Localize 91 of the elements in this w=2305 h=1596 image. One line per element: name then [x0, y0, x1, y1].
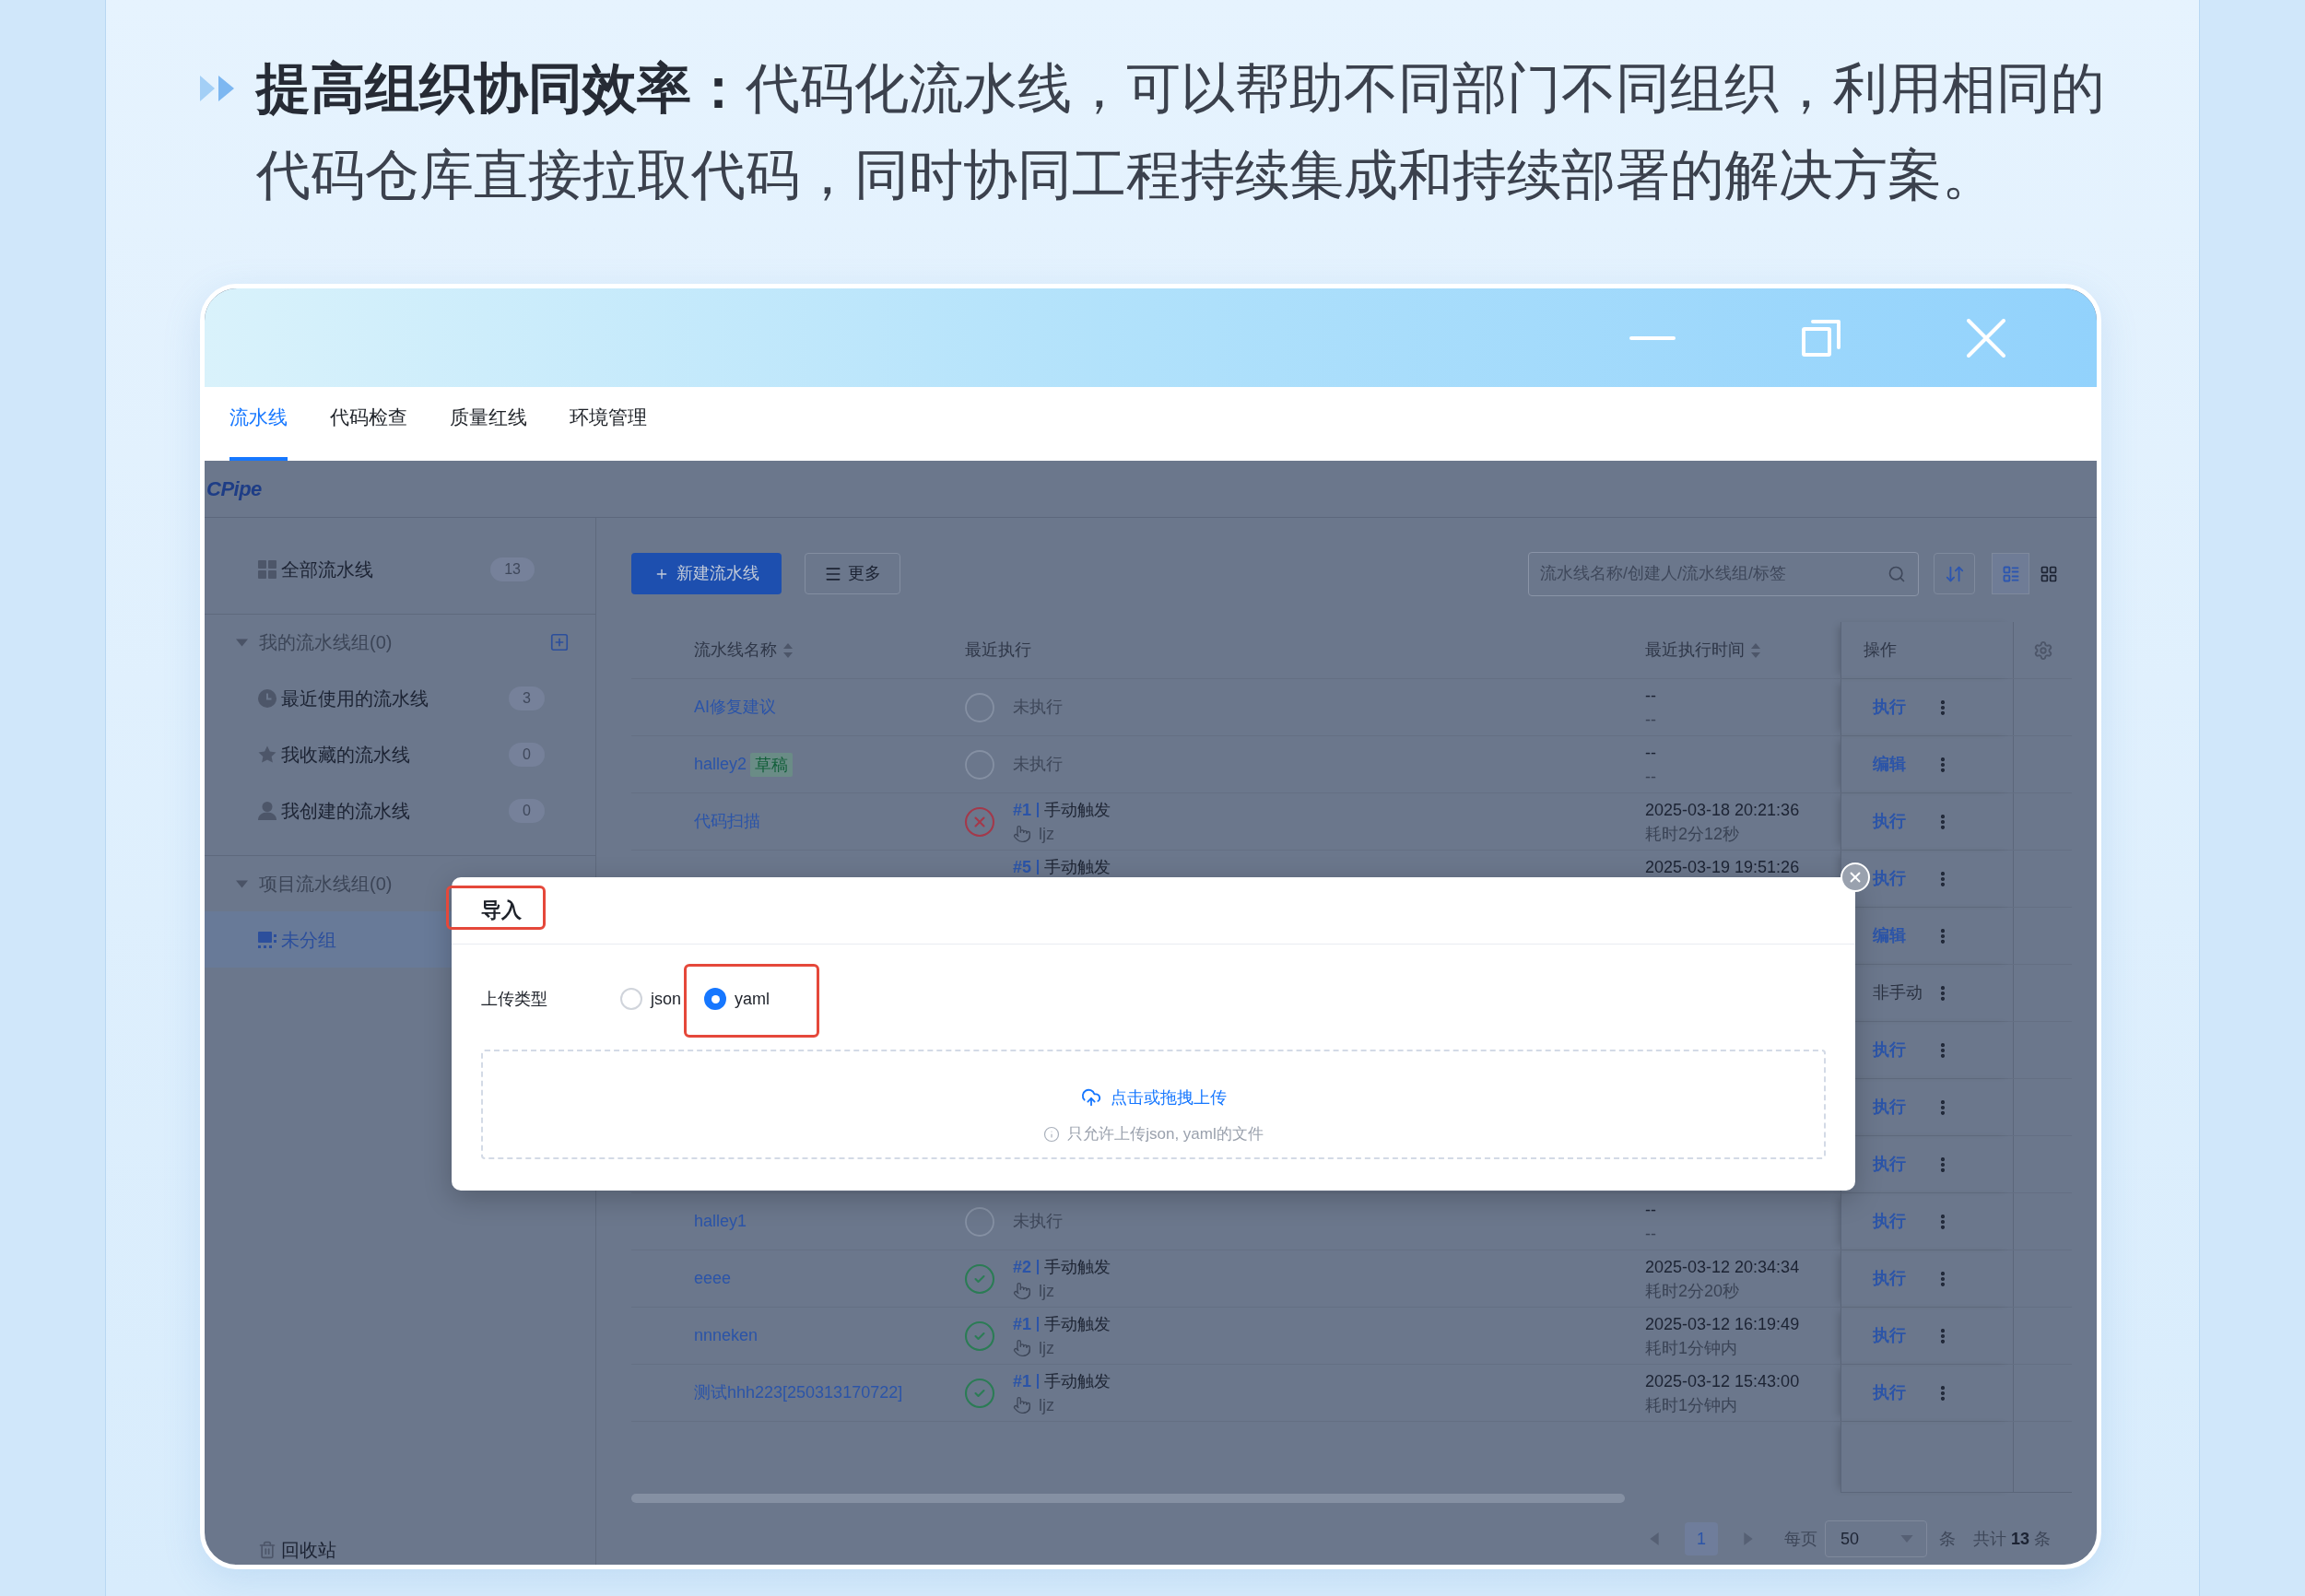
- run-time: --: [1645, 743, 1657, 763]
- pipeline-name-link[interactable]: AI修复建议: [694, 695, 776, 720]
- run-time: 2025-03-12 16:19:49: [1645, 1314, 1801, 1334]
- page-size-select[interactable]: 50: [1824, 1520, 1927, 1557]
- pipeline-name-link[interactable]: 测试hhh223[250313170722]: [694, 1380, 903, 1405]
- build-number[interactable]: #1: [1013, 1371, 1032, 1391]
- column-header: 操作: [1864, 640, 1897, 661]
- grid-icon: [258, 559, 276, 579]
- pipeline-name-link[interactable]: 代码扫描: [694, 809, 760, 834]
- tab[interactable]: 代码检查: [330, 387, 407, 461]
- count-badge: 3: [509, 686, 545, 710]
- recycle-bin-item[interactable]: 回收站: [258, 1536, 336, 1564]
- hand-pointer-icon: [1013, 1282, 1031, 1300]
- column-header: 流水线名称: [694, 640, 777, 661]
- column-header: 最近执行: [965, 640, 1031, 661]
- square-icon: [258, 930, 276, 949]
- upload-link[interactable]: 点击或拖拽上传: [1110, 1085, 1227, 1110]
- clock-icon: [258, 688, 276, 708]
- list-view-button[interactable]: [1992, 553, 2029, 594]
- sidebar-item[interactable]: 全部流水线 13: [205, 541, 595, 597]
- app-logo[interactable]: CPipe: [206, 474, 262, 504]
- new-pipeline-button[interactable]: 新建流水线: [631, 553, 782, 594]
- pipeline-name-link[interactable]: halley2: [694, 752, 747, 777]
- row-action-link[interactable]: 执行: [1873, 809, 1906, 834]
- row-action-link[interactable]: 执行: [1873, 695, 1906, 720]
- column-header: 最近执行时间: [1645, 640, 1745, 661]
- run-duration: --: [1645, 710, 1657, 730]
- row-action-link[interactable]: 执行: [1873, 1209, 1906, 1234]
- radio-option[interactable]: yaml: [704, 988, 770, 1010]
- run-time: 2025-03-12 15:43:00: [1645, 1371, 1801, 1391]
- trigger-text: 手动触发: [1044, 1371, 1111, 1391]
- pipeline-name-link[interactable]: eeee: [694, 1266, 732, 1291]
- run-time: --: [1645, 686, 1657, 706]
- hand-pointer-icon: [1013, 825, 1031, 843]
- build-number[interactable]: #1: [1013, 1314, 1032, 1334]
- build-number[interactable]: #2: [1013, 1257, 1032, 1277]
- star-icon: [258, 745, 276, 764]
- close-button[interactable]: [1840, 863, 1870, 892]
- count-badge: 13: [490, 557, 535, 581]
- row-action-link[interactable]: 执行: [1873, 1152, 1906, 1177]
- person-icon: [258, 801, 276, 820]
- run-time: 2025-03-18 20:21:36: [1645, 800, 1801, 820]
- row-action-link[interactable]: 执行: [1873, 866, 1906, 891]
- sidebar-item[interactable]: 最近使用的流水线 3: [205, 670, 595, 726]
- search-icon[interactable]: [1888, 564, 1906, 583]
- radio-option[interactable]: json: [620, 988, 682, 1010]
- trigger-text: 手动触发: [1044, 1314, 1111, 1334]
- run-time: 2025-03-12 20:34:34: [1645, 1257, 1801, 1277]
- tab[interactable]: 质量红线: [450, 387, 527, 461]
- heading-text: 提高组织协同效率：代码化流水线，可以帮助不同部门不同组织，利用相同的代码仓库直接拉取代码，同时协同工程持续集成和持续部署的解决方案。: [256, 57, 2106, 207]
- more-button[interactable]: 更多: [805, 553, 900, 594]
- pipeline-name-link[interactable]: halley1: [694, 1209, 747, 1234]
- count-badge: 0: [509, 798, 545, 823]
- build-number[interactable]: #5: [1013, 857, 1032, 877]
- tab[interactable]: 环境管理: [570, 387, 647, 461]
- hand-pointer-icon: [1013, 1339, 1031, 1357]
- trigger-text: 手动触发: [1044, 800, 1111, 820]
- run-time: 2025-03-19 19:51:26: [1645, 857, 1801, 877]
- hand-pointer-icon: [1013, 1396, 1031, 1414]
- draft-tag: 草稿: [750, 752, 794, 777]
- upload-hint: 只允许上传json, yaml的文件: [1067, 1124, 1264, 1145]
- sidebar-item[interactable]: 我创建的流水线 0: [205, 782, 595, 839]
- horizontal-scrollbar[interactable]: [631, 1494, 1625, 1503]
- pipeline-name-link[interactable]: nnneken: [694, 1323, 759, 1348]
- run-duration: --: [1645, 1224, 1657, 1244]
- row-action-link[interactable]: 执行: [1873, 1380, 1906, 1405]
- page-button[interactable]: 1: [1684, 1522, 1718, 1555]
- list-icon: [2001, 564, 2020, 583]
- row-action-link[interactable]: 执行: [1873, 1095, 1906, 1120]
- build-number[interactable]: #1: [1013, 800, 1032, 820]
- sidebar-item[interactable]: 我收藏的流水线 0: [205, 726, 595, 782]
- double-arrow-icon: [200, 76, 234, 101]
- run-time: --: [1645, 1200, 1657, 1220]
- tab[interactable]: 流水线: [229, 387, 288, 461]
- count-badge: 0: [509, 742, 545, 767]
- field-label: 上传类型: [481, 988, 548, 1010]
- row-action-link[interactable]: 编辑: [1873, 923, 1906, 948]
- info-icon: [1043, 1126, 1061, 1143]
- run-duration: --: [1645, 767, 1657, 787]
- trash-icon: [258, 1541, 276, 1559]
- row-action-link[interactable]: 执行: [1873, 1323, 1906, 1348]
- row-action-link[interactable]: 编辑: [1873, 752, 1906, 777]
- dropdown-caret-icon: [1899, 1535, 1913, 1543]
- upload-dropzone[interactable]: 点击或拖拽上传 只允许上传json, yaml的文件: [481, 1050, 1826, 1159]
- trigger-text: 手动触发: [1044, 857, 1111, 877]
- row-action-link[interactable]: 执行: [1873, 1266, 1906, 1291]
- upload-cloud-icon: [1080, 1087, 1101, 1108]
- row-action-link[interactable]: 执行: [1873, 1038, 1906, 1062]
- grid-view-icon: [2039, 564, 2058, 583]
- trigger-text: 手动触发: [1044, 1257, 1111, 1277]
- sort-button[interactable]: [1934, 553, 1975, 594]
